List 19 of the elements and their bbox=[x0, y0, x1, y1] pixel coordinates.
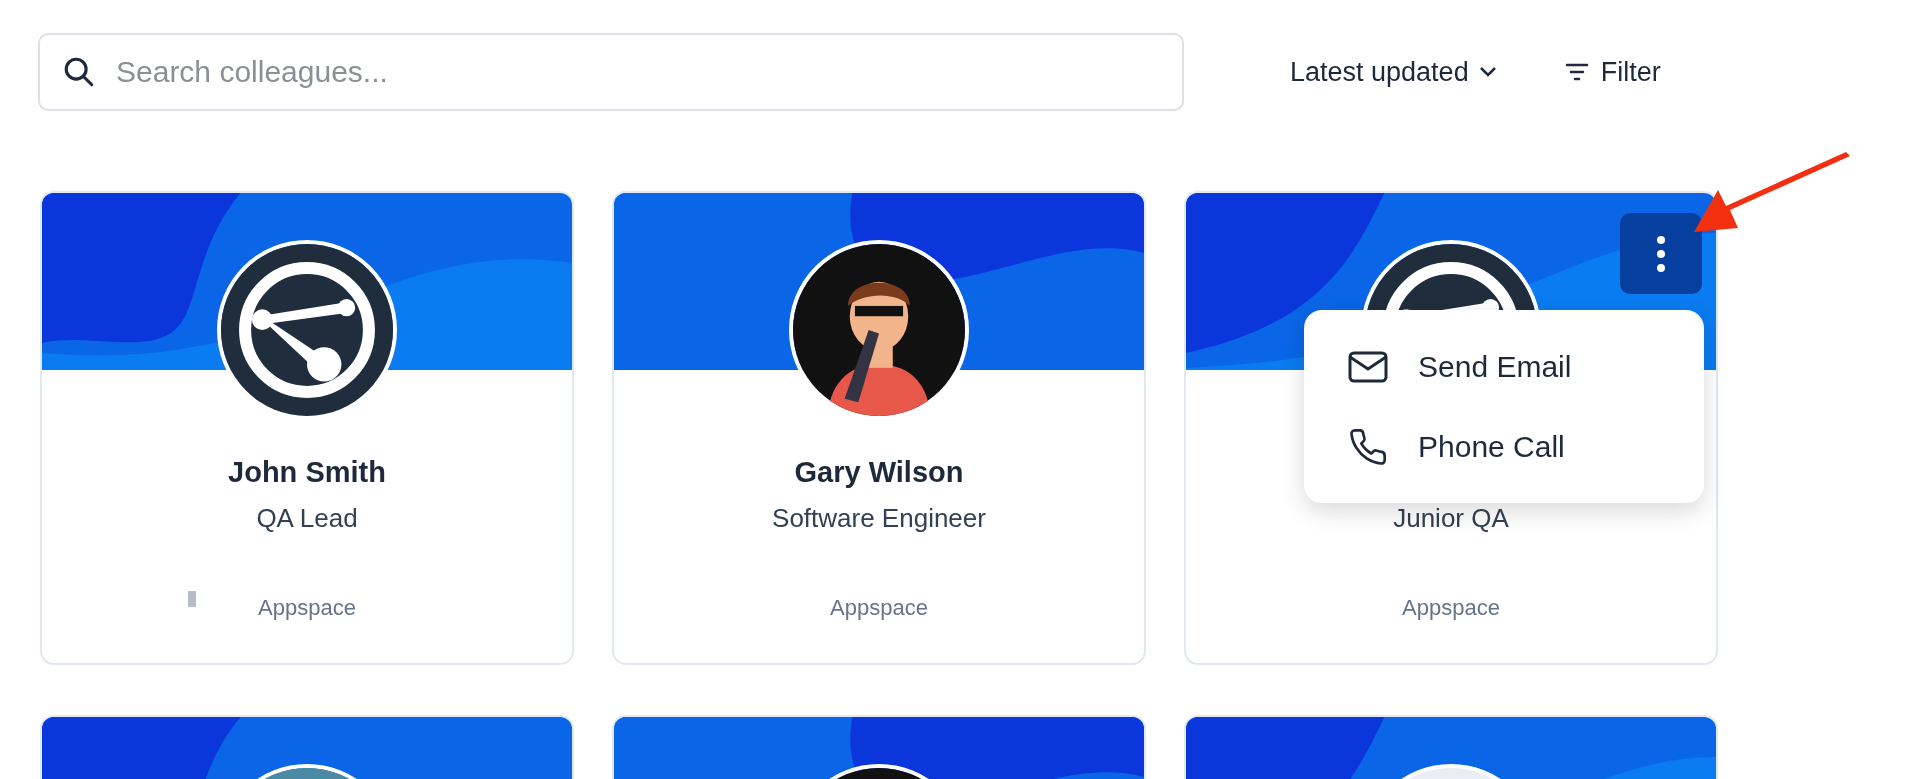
company-name: Appspace bbox=[830, 594, 928, 622]
company-name: Appspace bbox=[1402, 594, 1500, 622]
job-title: Junior QA bbox=[1393, 502, 1509, 535]
menu-item[interactable]: Phone Call bbox=[1348, 416, 1660, 477]
sort-dropdown[interactable]: Latest updated bbox=[1290, 51, 1497, 93]
colleague-name: Gary Wilson bbox=[794, 455, 964, 490]
search-icon bbox=[62, 55, 96, 89]
job-title: Software Engineer bbox=[772, 502, 986, 535]
filter-button[interactable]: Filter bbox=[1564, 51, 1661, 93]
filter-icon bbox=[1564, 62, 1589, 82]
search-field[interactable]: Search colleagues... bbox=[38, 33, 1184, 111]
menu-item[interactable]: Send Email bbox=[1348, 336, 1660, 397]
colleague-name: John Smith bbox=[228, 455, 386, 490]
job-title: QA Lead bbox=[256, 502, 358, 535]
company-name: Appspace bbox=[258, 594, 356, 622]
more-options-button[interactable] bbox=[1620, 213, 1702, 294]
phone-icon bbox=[1348, 426, 1388, 467]
mail-icon bbox=[1348, 350, 1388, 383]
chevron-down-icon bbox=[1478, 66, 1497, 78]
